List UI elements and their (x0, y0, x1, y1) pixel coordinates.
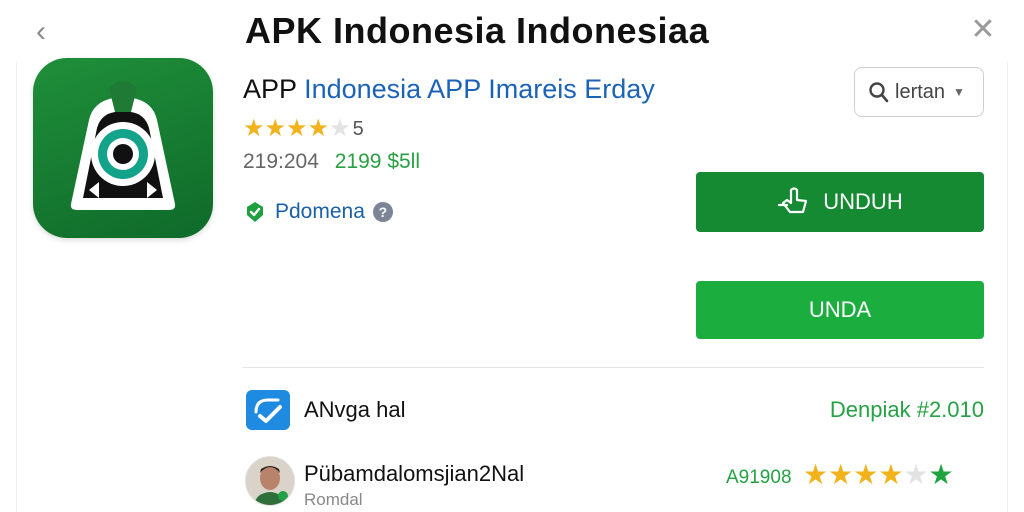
star-icon: ★ (853, 459, 879, 490)
star-icon: ★ (803, 459, 829, 490)
stats-right: 2199 $5ll (334, 150, 421, 173)
app-name-prefix: APP (243, 74, 297, 104)
user-avatar-icon (246, 457, 294, 505)
section-icon (246, 390, 290, 430)
secondary-button-label: UNDA (808, 297, 872, 322)
camera-icon (70, 81, 176, 210)
verified-badge-icon (247, 202, 263, 222)
review-score: A91908 (726, 467, 792, 488)
top-bar: ‹ APK Indonesia Indonesiaa ✕ (0, 0, 1024, 62)
rating-stars: ★ ★ ★ ★ ★ 5 (243, 116, 364, 142)
download-hand-icon (778, 187, 808, 214)
avatar[interactable] (245, 456, 295, 506)
reviewer-subtitle: Romdal (304, 490, 363, 509)
app-stats: 219:204 2199 $5ll (243, 150, 420, 174)
developer-name[interactable]: Pdomena (275, 200, 365, 224)
stats-left: 219:204 (243, 150, 319, 173)
divider (243, 367, 984, 368)
section-meta: Denpiak #2.010 (829, 397, 984, 422)
app-name: APP Indonesia APP Imareis Erday (243, 74, 655, 105)
download-button-label: UNDUH (823, 189, 903, 214)
star-icon: ★ (307, 115, 330, 142)
star-icon: ★ (878, 459, 904, 490)
secondary-button[interactable]: UNDA (696, 281, 984, 339)
chevron-down-icon: ▼ (953, 85, 965, 99)
reviewer-name: Pübamdalomsjian2Nal (304, 461, 525, 486)
section-title: ANvga hal (304, 397, 406, 422)
star-icon: ★ (828, 459, 854, 490)
search-icon (869, 82, 889, 103)
rating-max: 5 (352, 117, 364, 140)
app-icon (33, 58, 213, 238)
developer-row[interactable]: Pdomena ? (243, 198, 393, 226)
help-icon[interactable]: ? (372, 202, 393, 222)
download-button[interactable]: UNDUH (696, 172, 984, 232)
star-empty-icon: ★ (903, 459, 929, 490)
search-dropdown[interactable]: lertan ▼ (854, 67, 984, 117)
app-name-rest: Indonesia APP Imareis Erday (304, 74, 655, 104)
chevron-left-icon[interactable]: ‹ (26, 14, 56, 50)
star-icon: ★ (243, 115, 265, 142)
star-icon: ★ (286, 115, 308, 142)
star-empty-icon: ★ (329, 115, 351, 142)
search-label: lertan (895, 80, 946, 103)
star-icon: ★ (264, 115, 287, 142)
page-title: APK Indonesia Indonesiaa (245, 10, 710, 51)
shield-check-icon (254, 398, 282, 423)
close-icon[interactable]: ✕ (968, 12, 998, 48)
star-green-icon: ★ (928, 459, 954, 490)
review-stars: ★ ★ ★ ★ ★ ★ (803, 461, 954, 489)
